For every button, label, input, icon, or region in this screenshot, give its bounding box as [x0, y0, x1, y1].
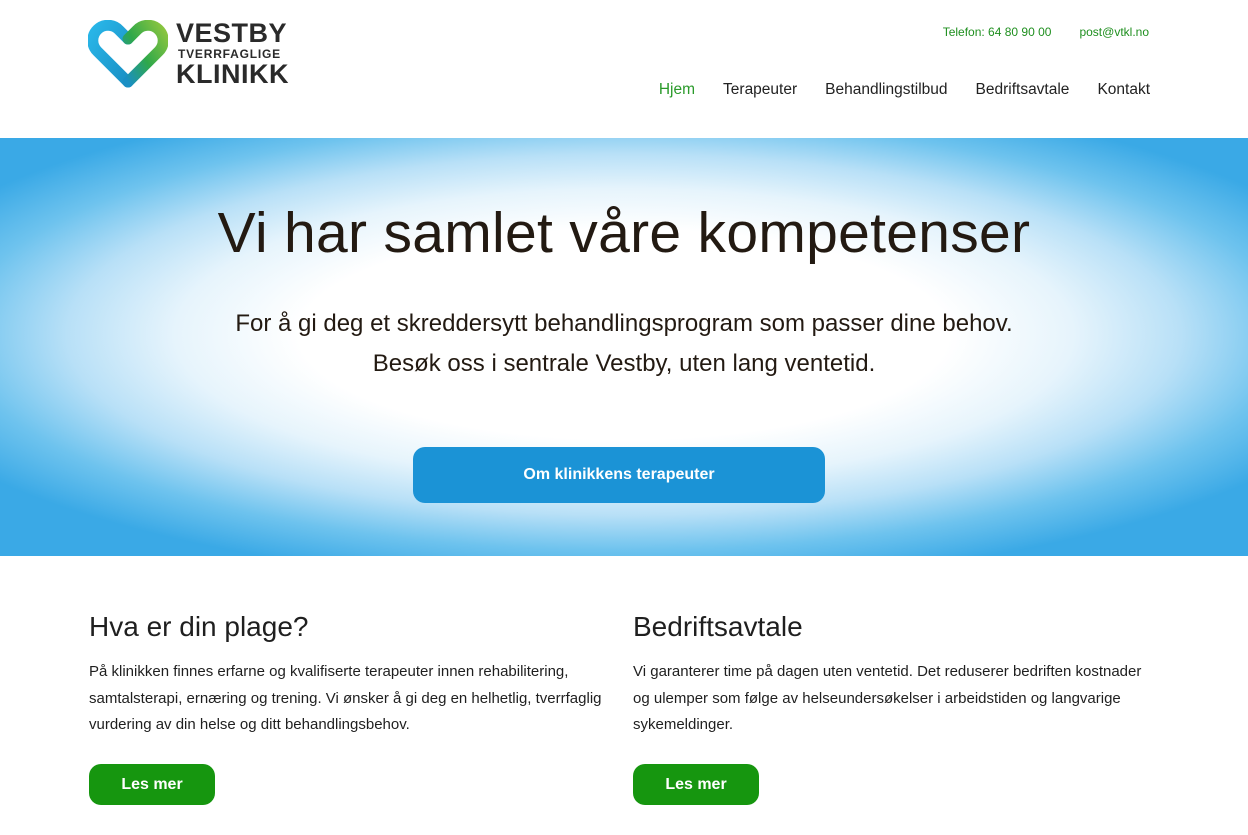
bedriftsavtale-heading: Bedriftsavtale	[633, 611, 803, 642]
phone-link[interactable]: Telefon: 64 80 90 00	[943, 25, 1052, 39]
plage-text: På klinikken finnes erfarne og kvalifise…	[89, 663, 602, 733]
site-header: VESTBY TVERRFAGLIGE KLINIKK Telefon: 64 …	[0, 0, 1248, 138]
site-logo[interactable]: VESTBY TVERRFAGLIGE KLINIKK	[88, 20, 289, 88]
nav-item-hjem[interactable]: Hjem	[659, 81, 695, 99]
nav-item-behandlingstilbud[interactable]: Behandlingstilbud	[825, 81, 947, 99]
logo-text: VESTBY TVERRFAGLIGE KLINIKK	[176, 20, 289, 88]
nav-item-kontakt[interactable]: Kontakt	[1097, 81, 1150, 99]
plage-heading: Hva er din plage?	[89, 611, 309, 642]
nav-item-bedriftsavtale[interactable]: Bedriftsavtale	[976, 81, 1070, 99]
hero-banner: Vi har samlet våre kompetenser For å gi …	[0, 138, 1248, 556]
hero-title: Vi har samlet våre kompetenser	[217, 201, 1031, 265]
therapists-button[interactable]: Om klinikkens terapeuter	[413, 447, 825, 503]
email-link[interactable]: post@vtkl.no	[1079, 25, 1149, 39]
bedriftsavtale-text: Vi garanterer time på dagen uten venteti…	[633, 663, 1142, 733]
logo-line-klinikk: KLINIKK	[176, 59, 289, 89]
hero-subtitle-line-1: For å gi deg et skreddersytt behandlings…	[235, 310, 1013, 337]
read-more-plage-button[interactable]: Les mer	[89, 764, 215, 805]
main-nav: Hjem Terapeuter Behandlingstilbud Bedrif…	[659, 81, 1150, 99]
heart-logo-icon	[88, 20, 168, 88]
info-column-bedriftsavtale: Bedriftsavtale Vi garanterer time på dag…	[633, 611, 1153, 739]
info-section: Hva er din plage? På klinikken finnes er…	[0, 556, 1248, 835]
nav-item-terapeuter[interactable]: Terapeuter	[723, 81, 797, 99]
logo-line-vestby: VESTBY	[176, 18, 288, 48]
read-more-bedriftsavtale-button[interactable]: Les mer	[633, 764, 759, 805]
header-contact: Telefon: 64 80 90 00 post@vtkl.no	[943, 25, 1149, 39]
hero-subtitle: For å gi deg et skreddersytt behandlings…	[0, 304, 1248, 384]
info-column-plage: Hva er din plage? På klinikken finnes er…	[89, 611, 609, 739]
hero-subtitle-line-2: Besøk oss i sentrale Vestby, uten lang v…	[372, 350, 876, 377]
